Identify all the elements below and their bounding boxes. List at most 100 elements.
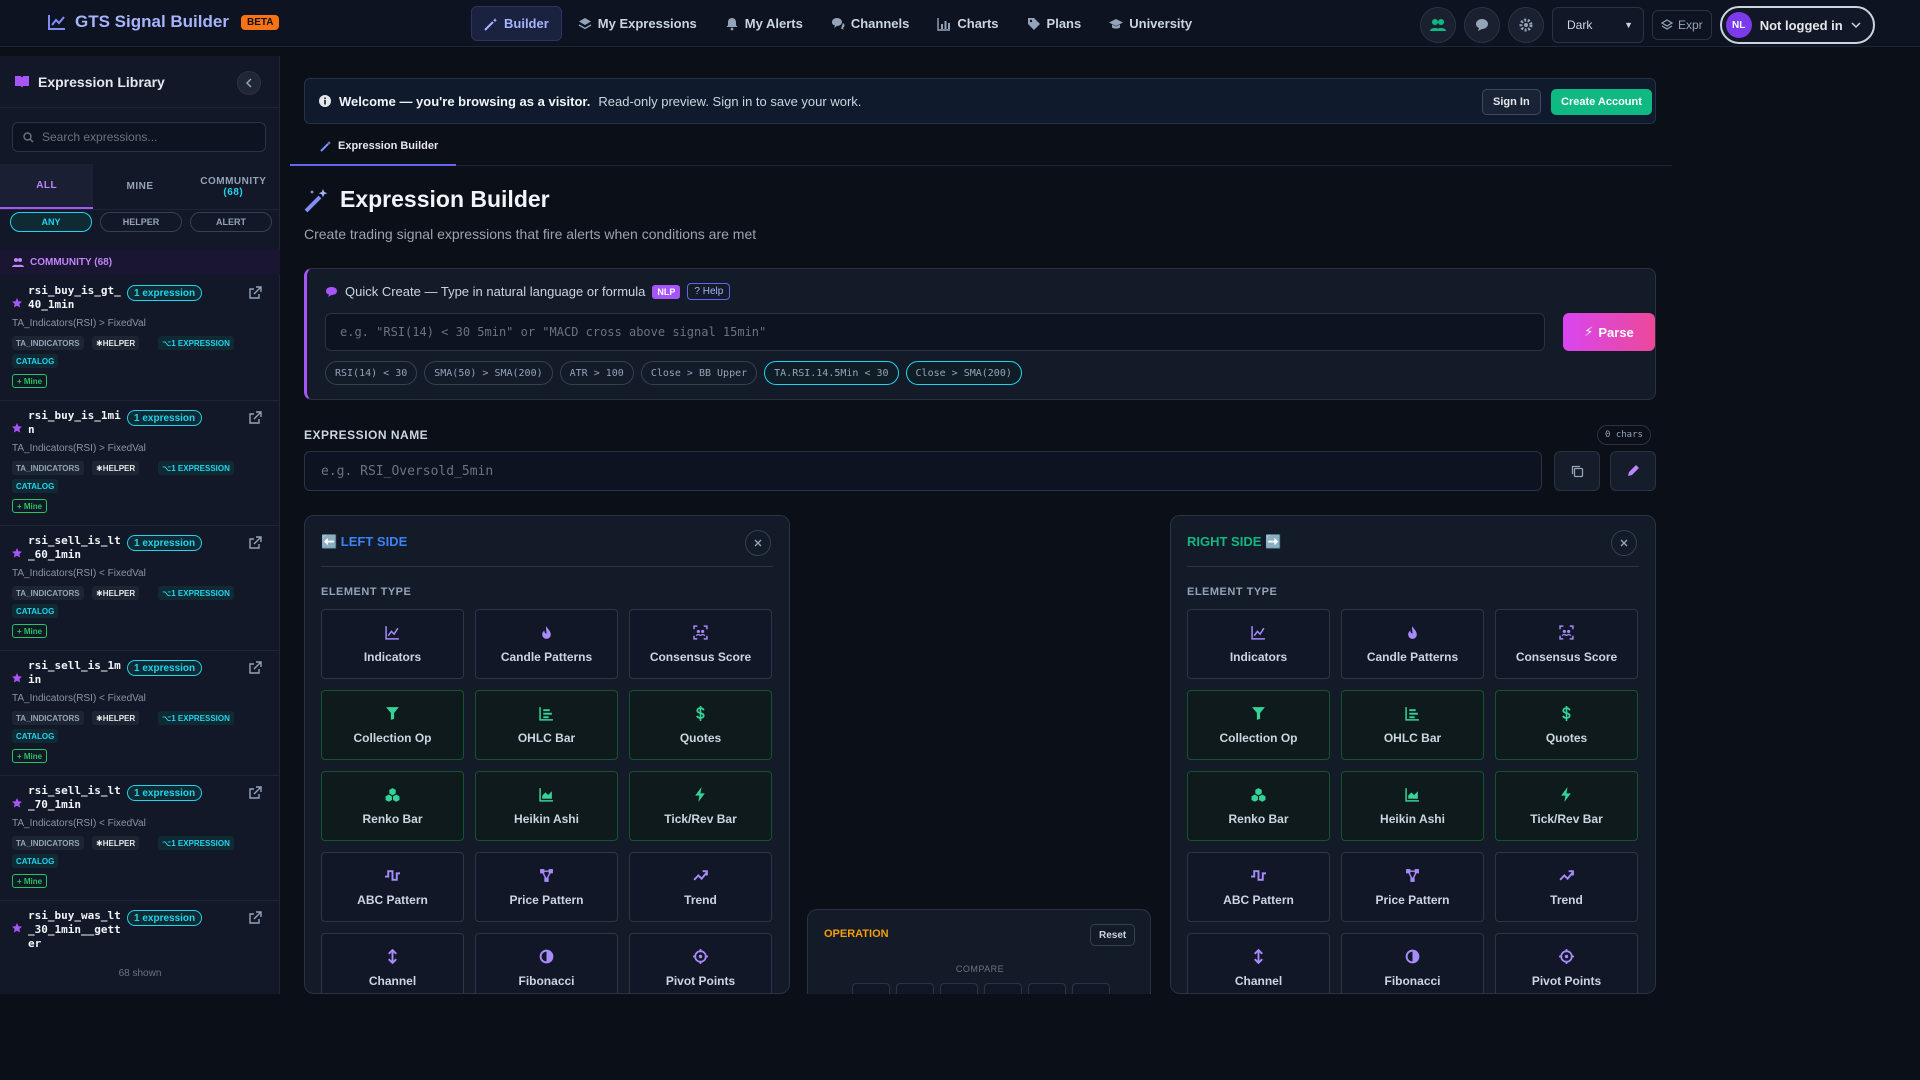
element-type-renko-bar[interactable]: Renko Bar <box>321 771 464 841</box>
element-type-ohlc-bar[interactable]: OHLC Bar <box>1341 690 1484 760</box>
element-type-consensus-score[interactable]: Consensus Score <box>629 609 772 679</box>
favorite-star[interactable] <box>12 298 22 308</box>
nav-tab-university[interactable]: University <box>1097 6 1204 41</box>
open-expression-button[interactable] <box>248 661 262 675</box>
search-input[interactable]: Search expressions... <box>12 122 266 152</box>
example-chip[interactable]: TA.RSI.14.5Min < 30 <box>764 361 899 385</box>
nav-tab-plans[interactable]: Plans <box>1015 6 1094 41</box>
edit-name-button[interactable] <box>1610 451 1656 491</box>
element-type-tick-rev-bar[interactable]: Tick/Rev Bar <box>1495 771 1638 841</box>
parse-button[interactable]: ⚡ Parse <box>1563 313 1655 351</box>
tab-all[interactable]: ALL <box>0 164 94 209</box>
expression-name-input[interactable]: e.g. RSI_Oversold_5min <box>304 451 1542 491</box>
expr-button[interactable]: Expr <box>1652 10 1712 40</box>
element-type-candle-patterns[interactable]: Candle Patterns <box>1341 609 1484 679</box>
favorite-star[interactable] <box>12 548 22 558</box>
open-expression-button[interactable] <box>248 536 262 550</box>
example-chip[interactable]: RSI(14) < 30 <box>325 361 418 385</box>
list-item[interactable]: rsi_sell_is_lt_60_1min 1 expression TA_Ind… <box>0 526 280 651</box>
nav-tab-builder[interactable]: Builder <box>471 6 562 41</box>
close-left-button[interactable] <box>745 530 771 556</box>
element-type-pivot-points[interactable]: Pivot Points <box>1495 933 1638 993</box>
example-chip[interactable]: Close > SMA(200) <box>905 361 1022 385</box>
nav-tab-channels[interactable]: Channels <box>819 6 922 41</box>
element-type-ohlc-bar[interactable]: OHLC Bar <box>475 690 618 760</box>
element-type-label: ELEMENT TYPE <box>1187 586 1278 598</box>
nav-tab-label: University <box>1129 16 1193 31</box>
tab-expression-builder[interactable]: Expression Builder <box>290 128 456 166</box>
element-type-fibonacci[interactable]: Fibonacci <box>1341 933 1484 993</box>
collapse-sidebar-button[interactable] <box>237 71 261 95</box>
element-type-indicators[interactable]: Indicators <box>1187 609 1330 679</box>
element-type-abc-pattern[interactable]: ABC Pattern <box>321 852 464 922</box>
element-type-renko-bar[interactable]: Renko Bar <box>1187 771 1330 841</box>
reset-button[interactable]: Reset <box>1090 924 1136 946</box>
element-type-pivot-points[interactable]: Pivot Points <box>629 933 772 993</box>
theme-select[interactable]: Dark ▼ <box>1552 7 1644 43</box>
nav-tab-my-expressions[interactable]: My Expressions <box>566 6 709 41</box>
tab-mine[interactable]: MINE <box>93 164 186 209</box>
filter-alert[interactable]: ALERT <box>190 212 272 232</box>
open-expression-button[interactable] <box>248 786 262 800</box>
element-type-consensus-score[interactable]: Consensus Score <box>1495 609 1638 679</box>
nav-tab-charts[interactable]: Charts <box>925 6 1010 41</box>
element-type-label: Collection Op <box>353 730 432 745</box>
user-menu[interactable]: NL Not logged in <box>1719 6 1875 44</box>
list-item[interactable]: rsi_buy_was_lt_30_1min__getter 1 expressi… <box>0 901 280 963</box>
chat-button[interactable] <box>1464 7 1500 43</box>
list-item[interactable]: rsi_buy_is_1min 1 expression TA_Indicators… <box>0 401 280 526</box>
element-type-channel[interactable]: Channel <box>1187 933 1330 993</box>
element-type-quotes[interactable]: Quotes <box>1495 690 1638 760</box>
element-type-tick-rev-bar[interactable]: Tick/Rev Bar <box>629 771 772 841</box>
open-expression-button[interactable] <box>248 286 262 300</box>
close-right-button[interactable] <box>1611 530 1637 556</box>
element-type-collection-op[interactable]: Collection Op <box>321 690 464 760</box>
add-to-mine-button[interactable]: + Mine <box>12 749 48 763</box>
element-type-quotes[interactable]: Quotes <box>629 690 772 760</box>
create-account-button[interactable]: Create Account <box>1551 89 1652 115</box>
list-item[interactable]: rsi_sell_is_1min 1 expression TA_Indicator… <box>0 651 280 776</box>
tab-all-label: ALL <box>36 180 58 191</box>
settings-button[interactable] <box>1508 7 1544 43</box>
favorite-star[interactable] <box>12 423 22 433</box>
nav-tab-my-alerts[interactable]: My Alerts <box>713 6 815 41</box>
favorite-star[interactable] <box>12 798 22 808</box>
add-to-mine-button[interactable]: + Mine <box>12 374 48 388</box>
element-type-heikin-ashi[interactable]: Heikin Ashi <box>475 771 618 841</box>
chat-icon <box>1476 19 1488 31</box>
element-type-indicators[interactable]: Indicators <box>321 609 464 679</box>
sign-in-button[interactable]: Sign In <box>1482 89 1541 115</box>
element-type-candle-patterns[interactable]: Candle Patterns <box>475 609 618 679</box>
list-item[interactable]: rsi_sell_is_lt_70_1min 1 expression TA_Ind… <box>0 776 280 901</box>
help-button[interactable]: ? Help <box>687 283 731 300</box>
element-type-heikin-ashi[interactable]: Heikin Ashi <box>1341 771 1484 841</box>
element-type-collection-op[interactable]: Collection Op <box>1187 690 1330 760</box>
tab-community[interactable]: COMMUNITY (68) <box>187 164 280 209</box>
element-type-trend[interactable]: Trend <box>629 852 772 922</box>
open-expression-button[interactable] <box>248 911 262 925</box>
filter-helper[interactable]: HELPER <box>100 212 182 232</box>
element-type-abc-pattern[interactable]: ABC Pattern <box>1187 852 1330 922</box>
favorite-star[interactable] <box>12 923 22 933</box>
add-to-mine-button[interactable]: + Mine <box>12 874 48 888</box>
community-button[interactable] <box>1420 7 1456 43</box>
add-to-mine-button[interactable]: + Mine <box>12 499 48 513</box>
copy-name-button[interactable] <box>1554 451 1600 491</box>
quick-create-input[interactable]: e.g. "RSI(14) < 30 5min" or "MACD cross … <box>325 313 1545 351</box>
element-type-price-pattern[interactable]: Price Pattern <box>475 852 618 922</box>
favorite-star[interactable] <box>12 673 22 683</box>
example-chip[interactable]: SMA(50) > SMA(200) <box>424 361 553 385</box>
external-link-icon <box>249 786 262 799</box>
example-chip[interactable]: ATR > 100 <box>559 361 634 385</box>
element-type-price-pattern[interactable]: Price Pattern <box>1341 852 1484 922</box>
element-type-label: Indicators <box>363 649 422 664</box>
open-expression-button[interactable] <box>248 411 262 425</box>
brand[interactable]: GTS Signal Builder BETA <box>47 12 280 32</box>
list-item[interactable]: rsi_buy_is_gt_40_1min 1 expression TA_Indi… <box>0 276 280 401</box>
example-chip[interactable]: Close > BB Upper <box>640 361 758 385</box>
filter-any[interactable]: ANY <box>10 212 92 232</box>
element-type-trend[interactable]: Trend <box>1495 852 1638 922</box>
element-type-channel[interactable]: Channel <box>321 933 464 993</box>
element-type-fibonacci[interactable]: Fibonacci <box>475 933 618 993</box>
add-to-mine-button[interactable]: + Mine <box>12 624 48 638</box>
